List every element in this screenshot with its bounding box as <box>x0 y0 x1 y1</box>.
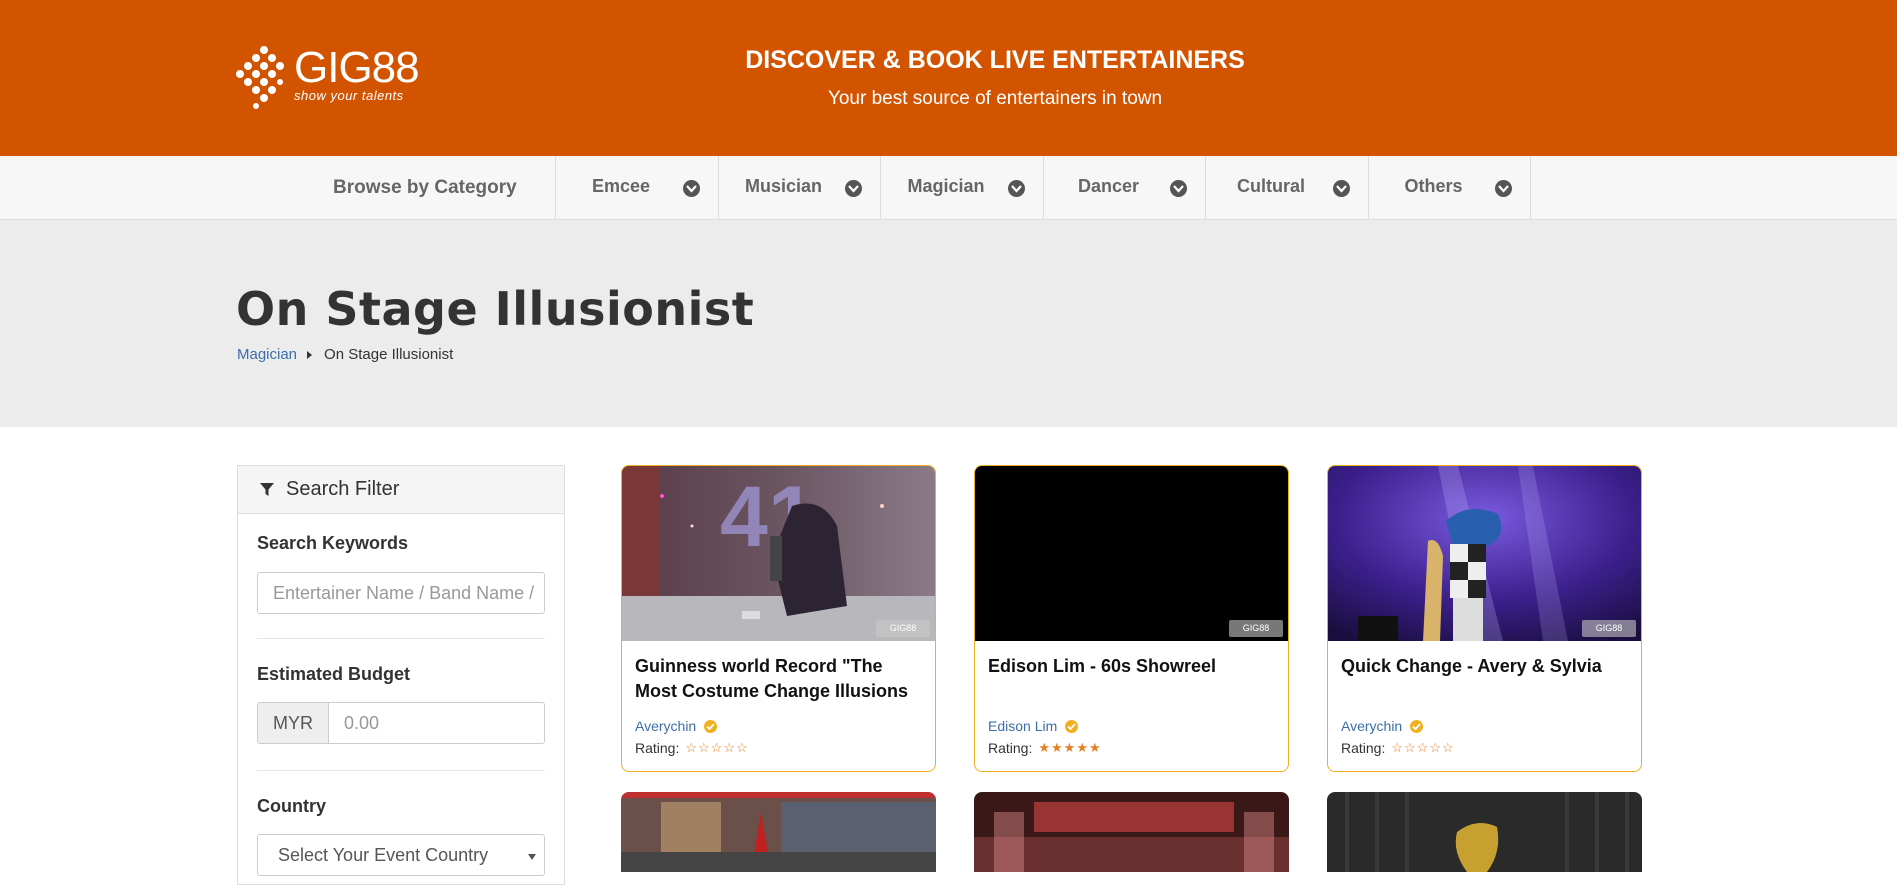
chevron-down-icon <box>1495 180 1512 197</box>
verified-check-icon <box>1410 719 1424 733</box>
page-title-band: On Stage Illusionist Magician On Stage I… <box>0 220 1897 427</box>
category-label: Magician <box>907 176 985 196</box>
video-thumbnail[interactable] <box>1327 792 1642 872</box>
video-title[interactable]: Guinness world Record "The Most Costume … <box>635 654 927 704</box>
category-emcee[interactable]: Emcee <box>556 156 719 220</box>
rating-label: Rating: <box>1341 740 1386 756</box>
filter-icon <box>260 482 274 496</box>
hero-subtitle: Your best source of entertainers in town <box>827 88 1163 109</box>
rating-stars: ☆☆☆☆☆ <box>685 740 749 755</box>
chevron-down-icon <box>845 180 862 197</box>
category-label: Musician <box>744 176 823 196</box>
video-card-partial[interactable] <box>974 792 1289 872</box>
breadcrumb: Magician On Stage Illusionist <box>237 346 453 363</box>
search-filter-header[interactable]: Search Filter <box>238 466 564 514</box>
rating-label: Rating: <box>988 740 1033 756</box>
hero-title: DISCOVER & BOOK LIVE ENTERTAINERS <box>745 46 1245 74</box>
category-others[interactable]: Others <box>1369 156 1531 220</box>
estimated-budget-label: Estimated Budget <box>257 664 411 684</box>
currency-addon: MYR <box>257 702 329 744</box>
divider <box>257 770 545 771</box>
video-card[interactable]: 41 GIG88 Guinness world Record "The Most… <box>621 465 936 772</box>
video-card-partial[interactable] <box>621 792 936 872</box>
rating-stars: ★★★★★ <box>1038 740 1102 755</box>
video-card[interactable]: GIG88 Quick Change - Avery & Sylvia Aver… <box>1327 465 1642 772</box>
category-menu: Emcee Musician Magician Dancer Cultural … <box>555 156 1531 220</box>
video-thumbnail[interactable]: GIG88 <box>975 466 1288 641</box>
category-nav: Browse by Category Emcee Musician Magici… <box>0 156 1897 220</box>
watermark-logo: GIG88 <box>1229 620 1283 637</box>
browse-by-category-label: Browse by Category <box>333 177 517 198</box>
author-link[interactable]: Averychin <box>1341 718 1402 734</box>
site-header: GIG88 show your talents DISCOVER & BOOK … <box>0 0 1897 156</box>
caret-right-icon <box>307 350 313 359</box>
author-link[interactable]: Edison Lim <box>988 718 1057 734</box>
search-filter-panel: Search Filter Search Keywords Entertaine… <box>237 465 565 885</box>
video-thumbnail[interactable]: 41 GIG88 <box>622 466 935 641</box>
category-musician[interactable]: Musician <box>719 156 881 220</box>
budget-input[interactable]: 0.00 <box>328 702 545 744</box>
author-link[interactable]: Averychin <box>635 718 696 734</box>
page-title: On Stage Illusionist <box>236 282 755 336</box>
chevron-down-icon <box>1170 180 1187 197</box>
category-label: Cultural <box>1236 176 1305 196</box>
dropdown-arrow-icon <box>528 854 536 860</box>
author-info: Edison Lim <box>988 718 1079 734</box>
rating: Rating: ☆☆☆☆☆ <box>1341 740 1455 756</box>
verified-check-icon <box>1065 719 1079 733</box>
category-cultural[interactable]: Cultural <box>1206 156 1369 220</box>
video-card-partial[interactable] <box>1327 792 1642 872</box>
breadcrumb-link-magician[interactable]: Magician <box>237 346 297 363</box>
author-info: Averychin <box>635 718 718 734</box>
search-keywords-input[interactable]: Entertainer Name / Band Name / <box>257 572 545 614</box>
chevron-down-icon <box>1007 180 1025 197</box>
video-title[interactable]: Quick Change - Avery & Sylvia <box>1341 654 1633 679</box>
chevron-down-icon <box>682 180 700 197</box>
watermark-logo: GIG88 <box>876 620 930 637</box>
country-label: Country <box>257 796 326 816</box>
author-info: Averychin <box>1341 718 1424 734</box>
video-thumbnail[interactable] <box>974 792 1289 872</box>
watermark-logo: GIG88 <box>1582 620 1636 637</box>
category-magician[interactable]: Magician <box>881 156 1044 220</box>
category-label: Dancer <box>1077 176 1140 196</box>
verified-check-icon <box>704 719 718 733</box>
search-filter-title: Search Filter <box>286 478 400 500</box>
divider <box>257 638 545 639</box>
video-thumbnail[interactable]: GIG88 <box>1328 466 1641 641</box>
video-title[interactable]: Edison Lim - 60s Showreel <box>988 654 1280 679</box>
chevron-down-icon <box>1332 180 1350 197</box>
category-label: Emcee <box>591 176 651 196</box>
rating: Rating: ★★★★★ <box>988 740 1102 756</box>
search-keywords-label: Search Keywords <box>257 533 409 553</box>
rating-stars: ☆☆☆☆☆ <box>1391 740 1455 755</box>
category-dancer[interactable]: Dancer <box>1044 156 1206 220</box>
breadcrumb-current: On Stage Illusionist <box>324 346 454 363</box>
video-thumbnail[interactable] <box>621 792 936 872</box>
rating: Rating: ☆☆☆☆☆ <box>635 740 749 756</box>
country-select-value: Select Your Event Country <box>278 845 489 865</box>
category-label: Others <box>1404 176 1463 196</box>
rating-label: Rating: <box>635 740 680 756</box>
video-card[interactable]: GIG88 Edison Lim - 60s Showreel Edison L… <box>974 465 1289 772</box>
